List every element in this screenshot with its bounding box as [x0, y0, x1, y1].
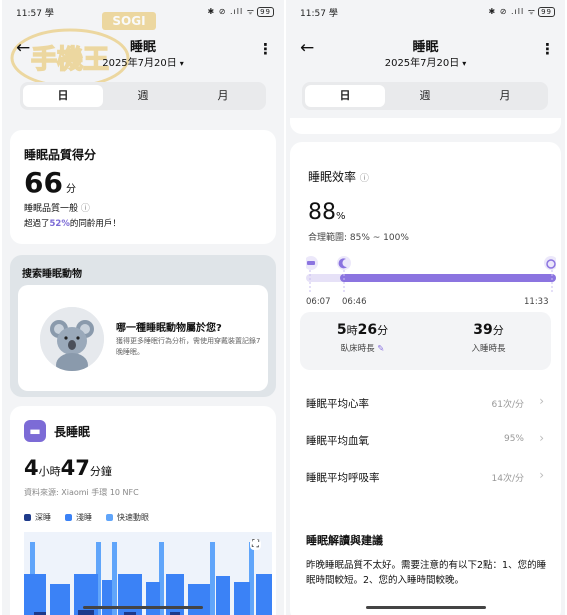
sleep-legend: 深睡 淺睡 快速動眼 [24, 512, 149, 523]
chevron-down-icon: ▾ [179, 59, 184, 68]
status-icons: ✱ ⊘ .ıll ᯤ 99 [208, 6, 274, 17]
page-title: 睡眠 [412, 40, 439, 55]
legend-rem: 快速動眼 [106, 512, 149, 523]
data-source: 資料來源: Xiaomi 手環 10 NFC [24, 488, 139, 497]
battery-icon: 99 [257, 7, 274, 17]
status-bar: 11:57 學 ✱ ⊘ .ıll ᯤ 99 [286, 6, 565, 20]
legend-light: 淺睡 [65, 512, 92, 523]
chevron-right-icon: › [539, 468, 544, 482]
right-screen: 11:57 學 ✱ ⊘ .ıll ᯤ 99 ← 睡眠 2025年7月20日 ▾ ⋮ … [286, 0, 565, 615]
battery-icon: 99 [538, 7, 555, 17]
period-tabs: 日 週 月 [302, 82, 548, 110]
tab-day[interactable]: 日 [305, 85, 385, 107]
sleep-animal-card: 搜索睡眠動物 哪一種睡眠動物屬於您? 獲得更多睡眠行為分析，需使用穿戴裝置記錄7… [10, 255, 276, 397]
more-options-icon[interactable]: ⋮ [540, 40, 555, 58]
animal-prompt[interactable]: 哪一種睡眠動物屬於您? 獲得更多睡眠行為分析，需使用穿戴裝置記錄7晚睡眠。 [18, 285, 268, 391]
long-sleep-title: 長睡眠 [54, 425, 91, 439]
sleep-stats-card: 5時26分 臥床時長 ✎ 39分 入睡時長 [300, 312, 551, 370]
score-value: 66 分 [24, 166, 76, 199]
svg-text:SOGI: SOGI [112, 14, 145, 28]
animal-heading: 搜索睡眠動物 [22, 269, 82, 280]
bed-marker-icon [307, 261, 315, 265]
date-selector[interactable]: 2025年7月20日 ▾ [2, 54, 284, 69]
home-indicator[interactable] [83, 606, 203, 609]
advice-text: 昨晚睡眠品質不太好。需要注意的有以下2點：1、您的睡眠時間較短。2、您的入睡時間… [306, 560, 547, 586]
efficiency-title: 睡眠效率 ⓘ [308, 170, 369, 184]
tab-day[interactable]: 日 [23, 85, 103, 107]
long-sleep-duration: 4小時47分鐘 [24, 456, 112, 480]
info-icon[interactable]: ⓘ [81, 204, 90, 214]
sleep-start-time: 06:46 [342, 297, 367, 307]
page-title: 睡眠 [129, 40, 156, 55]
time-in-bed[interactable]: 5時26分 臥床時長 ✎ [300, 322, 425, 354]
bed-time: 06:07 [306, 297, 331, 307]
bed-icon: ▬ [24, 420, 46, 442]
home-indicator[interactable] [366, 606, 486, 609]
metric-respiration-rate[interactable]: 睡眠平均呼吸率 14次/分 › [306, 468, 546, 488]
score-quality: 睡眠品質一般 ⓘ [24, 204, 90, 214]
status-time: 11:57 學 [300, 9, 338, 19]
edit-icon[interactable]: ✎ [377, 344, 384, 354]
period-tabs: 日 週 月 [20, 82, 266, 110]
previous-card-bottom [290, 118, 561, 134]
score-title: 睡眠品質得分 [24, 148, 97, 162]
tab-month[interactable]: 月 [183, 85, 263, 107]
koala-avatar [40, 307, 104, 371]
metric-blood-oxygen[interactable]: 睡眠平均血氧 95% › [306, 431, 546, 451]
chevron-right-icon: › [539, 431, 544, 445]
tab-month[interactable]: 月 [465, 85, 545, 107]
time-to-fall-asleep: 39分 入睡時長 [471, 322, 506, 354]
tab-week[interactable]: 週 [385, 85, 465, 107]
long-sleep-card[interactable]: ▬ 長睡眠 4小時47分鐘 資料來源: Xiaomi 手環 10 NFC 深睡 … [10, 406, 276, 615]
metric-heart-rate[interactable]: 睡眠平均心率 61次/分 › [306, 394, 546, 414]
sleep-score-card[interactable]: 睡眠品質得分 66 分 睡眠品質一般 ⓘ 超過了52%的同齡用戶！ [10, 130, 276, 244]
wake-time: 11:33 [524, 297, 549, 307]
chevron-right-icon: › [539, 394, 544, 408]
more-options-icon[interactable]: ⋮ [258, 40, 273, 58]
efficiency-range: 合理範圍: 85% ~ 100% [308, 233, 409, 243]
tab-week[interactable]: 週 [103, 85, 183, 107]
info-icon[interactable]: ⓘ [360, 174, 369, 184]
status-icons: ✱ ⊘ .ıll ᯤ 99 [489, 6, 555, 17]
left-screen: 11:57 學 ✱ ⊘ .ıll ᯤ 99 SOGI 手機王 ← 睡眠 2025年… [2, 0, 284, 615]
efficiency-value: 88% [308, 200, 346, 225]
animal-question: 哪一種睡眠動物屬於您? [116, 323, 222, 334]
animal-description: 獲得更多睡眠行為分析，需使用穿戴裝置記錄7晚睡眠。 [116, 337, 261, 356]
chevron-down-icon: ▾ [462, 59, 467, 68]
score-comparison: 超過了52%的同齡用戶！ [24, 219, 121, 229]
expand-icon[interactable]: ⛶ [250, 539, 261, 550]
legend-deep: 深睡 [24, 512, 51, 523]
date-selector[interactable]: 2025年7月20日 ▾ [286, 54, 565, 69]
sleep-stage-chart [24, 532, 272, 615]
advice-title: 睡眠解讀與建議 [306, 534, 383, 547]
